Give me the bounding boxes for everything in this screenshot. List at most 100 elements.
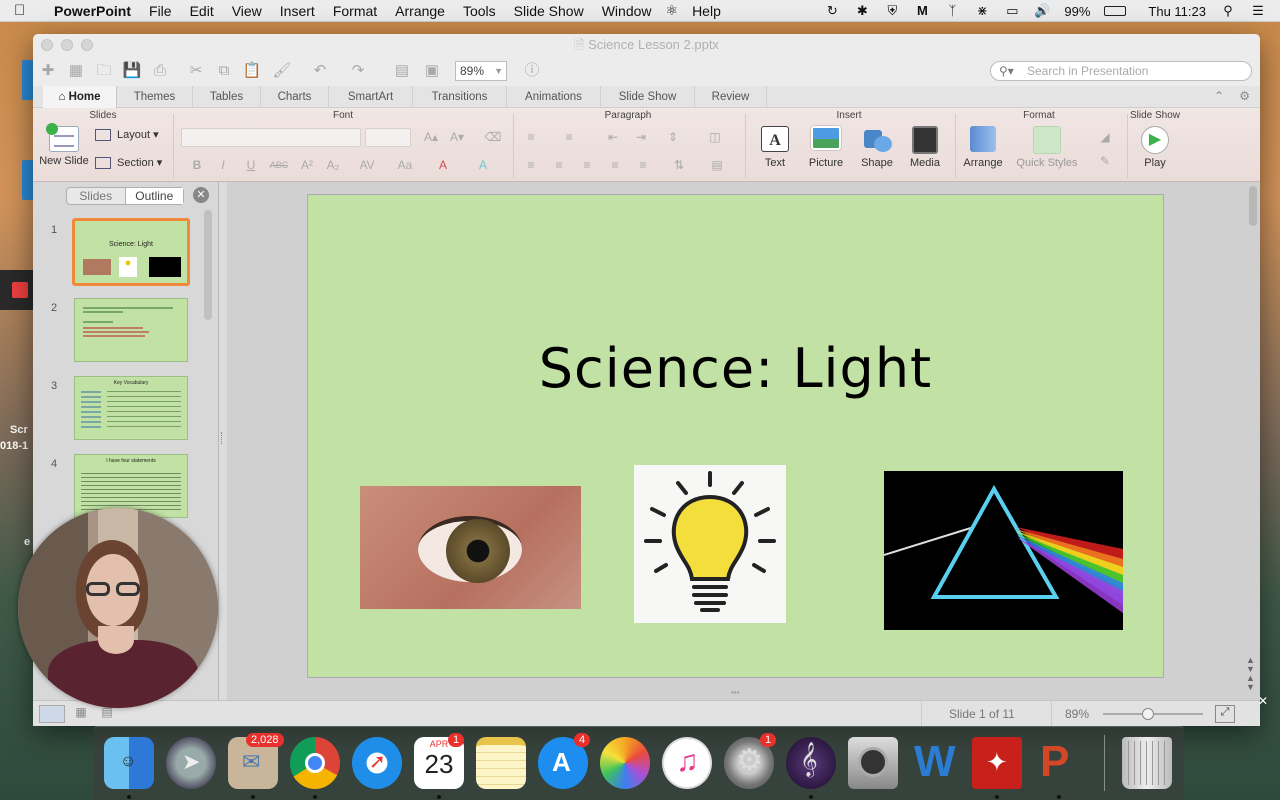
columns-icon[interactable]: ◫	[705, 128, 725, 146]
tab-animations[interactable]: Animations	[507, 86, 601, 108]
airplay-icon[interactable]: ▭	[1004, 4, 1020, 18]
increase-indent-icon[interactable]: ⇥	[631, 128, 651, 146]
menu-arrange[interactable]: Arrange	[395, 3, 445, 19]
notification-center-icon[interactable]: ☰	[1250, 4, 1266, 18]
paste-icon[interactable]: 📋	[241, 60, 263, 82]
dock-notes[interactable]	[476, 737, 526, 789]
tab-tables[interactable]: Tables	[193, 86, 261, 108]
copy-icon[interactable]: ⧉	[213, 60, 235, 82]
zoom-window-button[interactable]	[81, 39, 93, 51]
splitter-handle[interactable]	[221, 432, 224, 444]
dock-disk-utility[interactable]	[848, 737, 898, 789]
search-input[interactable]: ⚲▾ Search in Presentation	[990, 61, 1252, 81]
menu-insert[interactable]: Insert	[280, 3, 315, 19]
increase-font-icon[interactable]: A▴	[421, 128, 441, 146]
dock-itunes[interactable]: ♫	[662, 737, 712, 789]
zoom-slider[interactable]	[1103, 708, 1203, 720]
tab-charts[interactable]: Charts	[261, 86, 329, 108]
save-icon[interactable]: 💾	[121, 60, 143, 82]
dock-app-store[interactable]: A4	[538, 733, 591, 789]
close-icon[interactable]: ✕	[1258, 694, 1268, 708]
battery-icon[interactable]	[1104, 6, 1127, 16]
stop-record-icon[interactable]	[12, 282, 28, 298]
tab-smartart[interactable]: SmartArt	[329, 86, 413, 108]
eye-image[interactable]	[360, 486, 581, 609]
bold-icon[interactable]: B	[187, 156, 207, 174]
battery-percent[interactable]: 99%	[1064, 4, 1090, 19]
dock-photos[interactable]	[600, 737, 650, 789]
prism-image[interactable]	[883, 471, 1123, 630]
menu-tools[interactable]: Tools	[463, 3, 496, 19]
help-icon[interactable]: ⓘ	[521, 60, 543, 82]
dock-powerpoint[interactable]: P	[1034, 737, 1084, 799]
line-icon[interactable]: ✎	[1087, 152, 1123, 170]
dock-launchpad[interactable]: ➤	[166, 737, 216, 789]
clock[interactable]: Thu 11:23	[1148, 4, 1206, 19]
distribute-icon[interactable]: ≡	[633, 156, 653, 174]
close-pane-icon[interactable]: ✕	[193, 187, 209, 203]
shield-icon[interactable]: ⛨	[884, 4, 900, 18]
bullets-icon[interactable]: ≡	[521, 128, 541, 146]
splitter-handle[interactable]: •••	[731, 688, 739, 697]
tab-outline[interactable]: Outline	[124, 188, 183, 204]
extension-icon[interactable]: ✱	[854, 4, 870, 18]
dock-word[interactable]: W	[910, 737, 960, 789]
redo-icon[interactable]: ↷	[347, 60, 369, 82]
superscript-icon[interactable]: A²	[297, 156, 317, 174]
undo-icon[interactable]: ↶	[309, 60, 331, 82]
dock-chrome[interactable]	[290, 737, 340, 799]
wifi-icon[interactable]: ⋇	[974, 4, 990, 18]
menu-file[interactable]: File	[149, 3, 172, 19]
dock-mail[interactable]: ✉ 2,028	[228, 733, 284, 799]
insert-text-button[interactable]: A Text	[751, 126, 799, 169]
justify-icon[interactable]: ≡	[605, 156, 625, 174]
align-center-icon[interactable]: ≡	[549, 156, 569, 174]
dock-system-preferences[interactable]: ⚙ 1	[724, 733, 777, 789]
menu-format[interactable]: Format	[333, 3, 377, 19]
subscript-icon[interactable]: A₂	[323, 156, 343, 174]
dock-trash[interactable]	[1122, 737, 1172, 789]
toolbox-icon[interactable]: ▣	[421, 60, 443, 82]
minimize-window-button[interactable]	[61, 39, 73, 51]
slide-thumbnail-2[interactable]	[74, 298, 188, 362]
tab-transitions[interactable]: Transitions	[413, 86, 507, 108]
malwarebytes-icon[interactable]: M	[914, 4, 930, 18]
underline-icon[interactable]: U	[241, 156, 261, 174]
volume-icon[interactable]: 🔊	[1034, 4, 1050, 18]
cut-icon[interactable]: ✂	[185, 60, 207, 82]
tab-slides[interactable]: Slides	[67, 188, 125, 204]
format-painter-icon[interactable]: 🖌	[271, 60, 293, 82]
collapse-ribbon-icon[interactable]: ⌃	[1214, 89, 1224, 103]
menu-edit[interactable]: Edit	[190, 3, 214, 19]
slide-show-view-icon[interactable]: ▤	[391, 60, 413, 82]
font-name-select[interactable]	[181, 128, 361, 147]
align-text-icon[interactable]: ▤	[707, 156, 727, 174]
align-left-icon[interactable]: ≡	[521, 156, 541, 174]
zoom-select[interactable]: 89% ▼	[455, 61, 507, 81]
fill-icon[interactable]: ◢	[1087, 128, 1123, 146]
menu-window[interactable]: Window	[602, 3, 652, 19]
clear-formatting-icon[interactable]: ⌫	[483, 128, 503, 146]
fit-to-window-icon[interactable]: ⤢	[1215, 705, 1235, 723]
menu-slide-show[interactable]: Slide Show	[514, 3, 584, 19]
text-effects-icon[interactable]: A	[473, 156, 493, 174]
decrease-indent-icon[interactable]: ⇤	[603, 128, 623, 146]
pane-scrollbar[interactable]	[204, 210, 212, 320]
open-icon[interactable]: 🗀	[93, 60, 115, 82]
ribbon-settings-icon[interactable]: ⚙	[1239, 89, 1250, 103]
menu-view[interactable]: View	[232, 3, 262, 19]
italic-icon[interactable]: I	[213, 156, 233, 174]
bluetooth-icon[interactable]: ᛉ	[944, 4, 960, 18]
character-spacing-icon[interactable]: AV	[357, 156, 377, 174]
decrease-font-icon[interactable]: A▾	[447, 128, 467, 146]
tab-slide-show[interactable]: Slide Show	[601, 86, 695, 108]
dock-music-app[interactable]: 𝄞	[786, 737, 836, 799]
page-nav-icon[interactable]: ▲ ▼ ▲ ▼	[1246, 656, 1258, 692]
font-size-select[interactable]	[365, 128, 411, 147]
numbering-icon[interactable]: ≡	[559, 128, 579, 146]
apple-menu-icon[interactable]: 	[14, 2, 38, 19]
tab-review[interactable]: Review	[695, 86, 767, 108]
insert-picture-button[interactable]: Picture	[801, 126, 851, 169]
strikethrough-icon[interactable]: ABC	[269, 156, 289, 174]
quick-styles-button[interactable]: Quick Styles	[1013, 126, 1081, 169]
